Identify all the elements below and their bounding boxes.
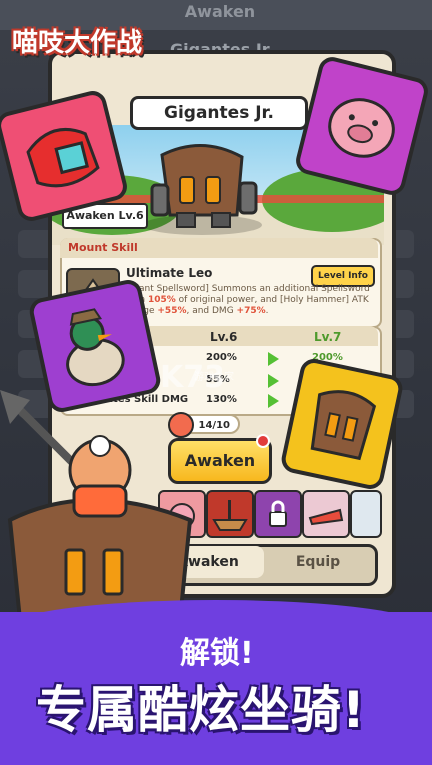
stats-col-lv7: Lv.7 [314,330,342,344]
pig-icon [328,98,395,158]
skill-desc-highlight: +55% [157,306,187,316]
mount-slot-locked[interactable] [254,490,302,538]
tab-equip[interactable]: Equip [266,546,370,578]
promo-unlock: 解锁! [180,636,254,671]
background-title: Awaken [184,2,256,21]
skill-desc-highlight: 105% [147,295,176,305]
upgrade-arrow-icon [268,394,279,408]
game-logo: 喵吱大作战 [12,28,143,58]
mount-slot-dog[interactable] [350,490,382,538]
skill-desc-part: , and DMG [186,306,237,316]
mount-slot-boat[interactable] [206,490,254,538]
skill-desc-part: . [265,306,269,316]
robot-mount-icon [310,390,377,461]
stats-col-lv6: Lv.6 [210,330,238,344]
mount-slot-car[interactable] [302,490,350,538]
skill-description: [Giant Spellsword] Summons an additional… [126,284,374,317]
upgrade-arrow-icon [268,374,279,388]
glove-icon [26,127,100,188]
upgrade-arrow-icon [268,352,279,366]
skill-desc-highlight: +75% [236,306,266,316]
notification-dot-icon [256,434,270,448]
hero-title: Gigantes Jr. [130,96,308,130]
stat-row-lv6: 130% [206,394,237,405]
skill-name: Ultimate Leo [126,266,213,280]
promo-headline: 专属酷炫坐骑! [36,681,366,739]
watermark-sub: 游戏之家 [194,372,234,383]
mount-skill-label: Mount Skill [68,241,138,254]
